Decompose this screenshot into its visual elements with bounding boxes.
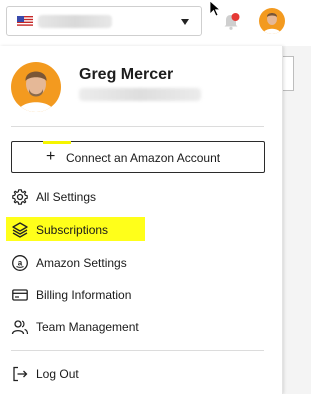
menu-item-label: Team Management <box>36 320 139 334</box>
connect-amazon-account-button[interactable]: + Connect an Amazon Account <box>11 141 265 173</box>
menu-item-amazon-settings[interactable]: a Amazon Settings <box>6 250 264 276</box>
menu-item-team-management[interactable]: Team Management <box>6 314 264 340</box>
layers-icon <box>12 222 28 238</box>
team-icon <box>11 320 29 335</box>
user-menu-dropdown: Greg Mercer + Connect an Amazon Account … <box>0 46 283 394</box>
connect-highlight-mark <box>43 141 71 144</box>
profile-email-redacted <box>79 88 201 101</box>
us-flag-icon <box>17 16 33 27</box>
top-bar <box>0 0 311 46</box>
logout-button[interactable]: Log Out <box>6 361 264 387</box>
connect-button-label: Connect an Amazon Account <box>66 151 221 165</box>
menu-item-subscriptions[interactable]: Subscriptions <box>6 217 264 243</box>
menu-item-label: Billing Information <box>36 288 132 302</box>
profile-avatar <box>11 62 61 112</box>
marketplace-label-redacted <box>38 15 112 28</box>
gear-icon <box>12 189 28 205</box>
menu-item-label: All Settings <box>36 190 97 204</box>
plus-icon: + <box>46 148 56 165</box>
menu-item-label: Subscriptions <box>36 223 109 237</box>
credit-card-icon <box>12 289 28 301</box>
profile-name: Greg Mercer <box>79 66 174 83</box>
divider <box>11 126 264 127</box>
user-avatar[interactable] <box>259 8 285 34</box>
svg-text:a: a <box>18 258 23 267</box>
logout-label: Log Out <box>36 367 79 381</box>
menu-item-label: Amazon Settings <box>36 256 127 270</box>
amazon-icon: a <box>12 255 28 271</box>
menu-item-billing-information[interactable]: Billing Information <box>6 282 264 308</box>
bell-icon[interactable] <box>220 10 242 32</box>
divider <box>11 350 264 351</box>
chevron-down-icon <box>181 19 189 25</box>
background-page <box>283 46 311 394</box>
menu-item-all-settings[interactable]: All Settings <box>6 184 264 210</box>
logout-icon <box>13 366 28 382</box>
marketplace-select[interactable] <box>6 6 202 36</box>
